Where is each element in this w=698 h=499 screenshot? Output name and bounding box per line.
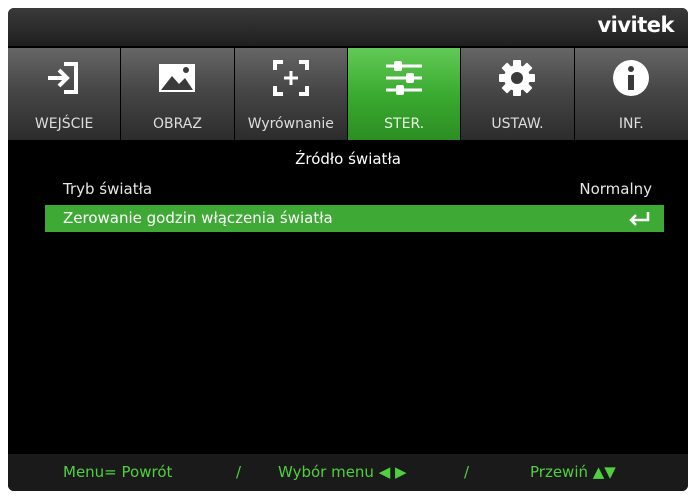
reset-light-hours-label: Zerowanie godzin włączenia światła <box>63 209 333 227</box>
image-icon <box>159 64 196 92</box>
input-icon <box>48 62 79 94</box>
section-title: Źródło światła <box>295 150 401 168</box>
top-bar: vivitek <box>8 8 688 46</box>
osd-menu: vivitek WEJŚCIE OBRAZ Wyrównanie STER. U… <box>8 8 688 491</box>
enter-icon <box>629 212 650 226</box>
tab-label: USTAW. <box>491 116 544 132</box>
tab-input[interactable]: WEJŚCIE <box>8 48 122 140</box>
light-mode-label: Tryb światła <box>63 180 153 198</box>
footer-back-hint: Menu= Powrót <box>63 463 173 481</box>
reset-light-hours-row[interactable]: Zerowanie godzin włączenia światła <box>45 205 664 232</box>
light-mode-row[interactable]: Tryb światła Normalny <box>45 176 664 203</box>
info-icon <box>613 60 650 96</box>
tab-control[interactable]: STER. <box>347 48 462 140</box>
tab-info[interactable]: INF. <box>574 48 688 140</box>
footer-select-hint: Wybór menu ◀ ▶ <box>278 463 407 481</box>
footer-separator: / <box>464 463 470 481</box>
sliders-icon <box>386 61 423 95</box>
footer-separator: / <box>236 463 242 481</box>
footer-scroll-hint: Przewiń ▲▼ <box>530 463 616 481</box>
tab-label: Wyrównanie <box>247 116 334 132</box>
tab-bar: WEJŚCIE OBRAZ Wyrównanie STER. USTAW. IN… <box>8 48 688 140</box>
tab-label: INF. <box>618 116 644 132</box>
tab-settings[interactable]: USTAW. <box>461 48 575 140</box>
brand-logo: vivitek <box>597 13 674 37</box>
tab-label: WEJŚCIE <box>34 116 94 132</box>
tab-image[interactable]: OBRAZ <box>121 48 235 140</box>
gear-icon <box>499 60 536 96</box>
alignment-icon <box>272 60 309 96</box>
light-mode-value: Normalny <box>579 180 652 198</box>
tab-alignment[interactable]: Wyrównanie <box>234 48 348 140</box>
tab-label: STER. <box>384 116 425 132</box>
footer-help-bar: Menu= Powrót / Wybór menu ◀ ▶ / Przewiń … <box>8 454 688 491</box>
tab-label: OBRAZ <box>153 116 202 132</box>
